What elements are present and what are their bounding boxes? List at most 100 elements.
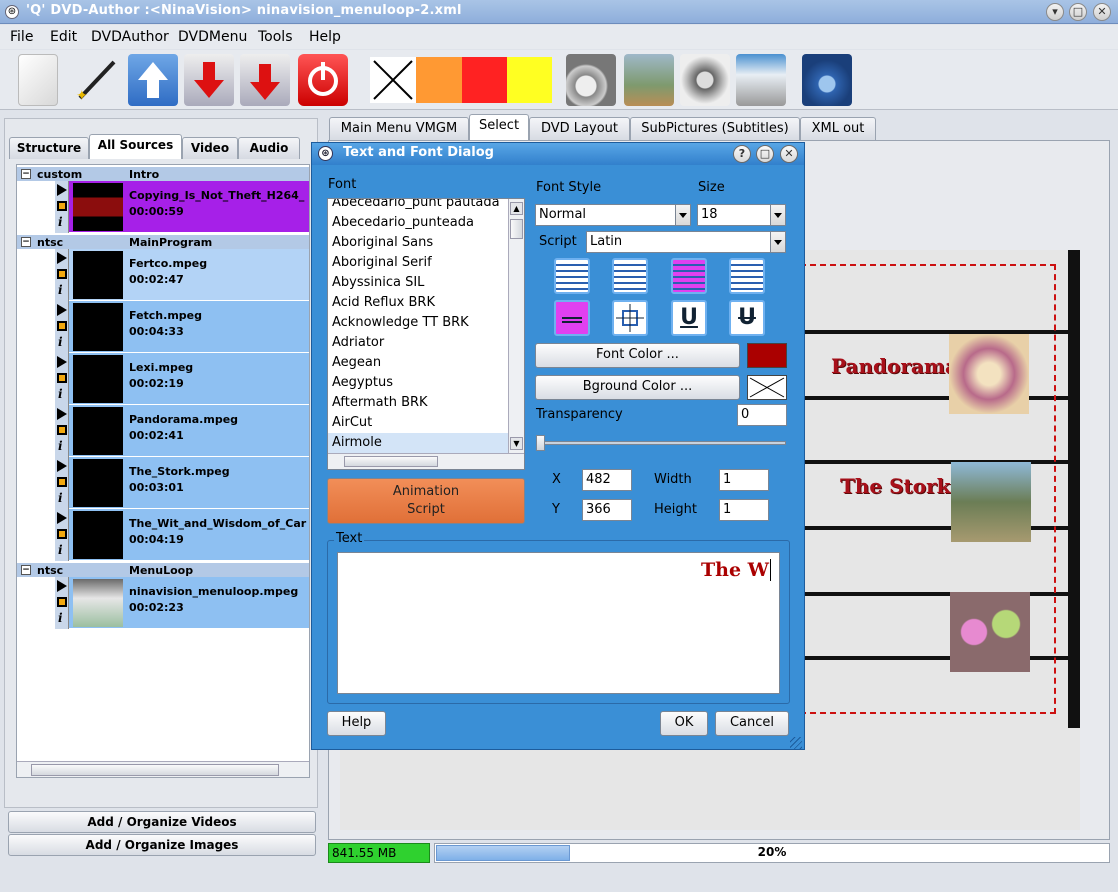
width-input[interactable]: 1 <box>719 469 769 491</box>
list-item[interactable]: i The_Wit_and_Wisdom_of_Car 00:04:19 <box>55 509 309 561</box>
y-input[interactable]: 366 <box>582 499 632 521</box>
tree-group-custom[interactable]: − custom Intro <box>17 167 309 181</box>
stop-icon[interactable] <box>57 201 67 211</box>
play-icon[interactable] <box>57 252 67 264</box>
play-icon[interactable] <box>57 356 67 368</box>
export-all-icon[interactable] <box>240 54 290 106</box>
fit-box-icon[interactable] <box>612 300 648 336</box>
size-select[interactable]: 18 <box>697 204 786 226</box>
font-item[interactable]: Aftermath BRK <box>332 395 428 410</box>
font-item[interactable]: Abecedario_punt pautada <box>332 199 500 210</box>
tree-group-menuloop[interactable]: − ntsc MenuLoop <box>17 563 309 577</box>
minimize-button[interactable]: ▾ <box>1046 3 1064 21</box>
info-icon[interactable]: i <box>58 543 63 557</box>
stop-icon[interactable] <box>57 425 67 435</box>
script-select[interactable]: Latin <box>586 231 786 253</box>
font-item[interactable]: Abyssinica SIL <box>332 275 424 290</box>
font-color-swatch[interactable] <box>747 343 787 368</box>
font-item[interactable]: Acknowledge TT BRK <box>332 315 469 330</box>
font-item[interactable]: Aboriginal Serif <box>332 255 432 270</box>
x-swatch-icon[interactable] <box>370 57 416 103</box>
font-item[interactable]: Aegean <box>332 355 381 370</box>
play-icon[interactable] <box>57 580 67 592</box>
scroll-thumb[interactable] <box>31 764 279 776</box>
stop-icon[interactable] <box>57 321 67 331</box>
tab-subpictures[interactable]: SubPictures (Subtitles) <box>630 117 800 141</box>
font-style-select[interactable]: Normal <box>535 204 691 226</box>
valign-center-icon[interactable] <box>554 300 590 336</box>
list-item[interactable]: i Pandorama.mpeg 00:02:41 <box>55 405 309 457</box>
align-center-icon[interactable] <box>612 258 648 294</box>
menu-help[interactable]: Help <box>309 29 341 45</box>
power-icon[interactable] <box>298 54 348 106</box>
list-item[interactable]: i Lexi.mpeg 00:02:19 <box>55 353 309 405</box>
stop-icon[interactable] <box>57 597 67 607</box>
menu-dvdauthor[interactable]: DVDAuthor <box>91 29 169 45</box>
font-item[interactable]: Aegyptus <box>332 375 393 390</box>
user-icon[interactable] <box>802 54 852 106</box>
orange-swatch[interactable] <box>416 57 462 103</box>
menu-edit[interactable]: Edit <box>50 29 77 45</box>
play-icon[interactable] <box>57 184 67 196</box>
align-left-icon[interactable] <box>554 258 590 294</box>
image-icon[interactable] <box>624 54 674 106</box>
play-icon[interactable] <box>57 304 67 316</box>
close-icon[interactable]: ✕ <box>780 145 798 163</box>
menu-tools[interactable]: Tools <box>258 29 293 45</box>
list-item[interactable]: i The_Stork.mpeg 00:03:01 <box>55 457 309 509</box>
font-item[interactable]: AirCut <box>332 415 372 430</box>
stop-icon[interactable] <box>57 477 67 487</box>
tab-xml-out[interactable]: XML out <box>800 117 876 141</box>
height-input[interactable]: 1 <box>719 499 769 521</box>
chevron-down-icon[interactable] <box>675 205 690 225</box>
red-swatch[interactable] <box>462 57 507 103</box>
font-item[interactable]: Adriator <box>332 335 384 350</box>
scroll-thumb[interactable] <box>510 219 523 239</box>
transparency-slider[interactable] <box>536 441 786 445</box>
info-icon[interactable]: i <box>58 439 63 453</box>
new-file-icon[interactable] <box>18 54 58 106</box>
menu-file[interactable]: File <box>10 29 33 45</box>
yellow-swatch[interactable] <box>507 57 552 103</box>
play-icon[interactable] <box>57 460 67 472</box>
chevron-down-icon[interactable] <box>770 232 785 252</box>
tree-horizontal-scrollbar[interactable] <box>17 761 309 777</box>
font-list-vscrollbar[interactable]: ▲ ▼ <box>508 199 524 453</box>
menu-dvdmenu[interactable]: DVDMenu <box>178 29 247 45</box>
add-organize-videos-button[interactable]: Add / Organize Videos <box>8 811 316 833</box>
tab-video[interactable]: Video <box>182 137 238 159</box>
add-organize-images-button[interactable]: Add / Organize Images <box>8 834 316 856</box>
font-item[interactable]: Acid Reflux BRK <box>332 295 435 310</box>
sound-icon[interactable] <box>680 54 730 106</box>
scroll-down-arrow[interactable]: ▼ <box>510 437 523 450</box>
cancel-button[interactable]: Cancel <box>715 711 789 736</box>
tab-all-sources[interactable]: All Sources <box>89 134 182 159</box>
info-icon[interactable]: i <box>58 491 63 505</box>
x-input[interactable]: 482 <box>582 469 632 491</box>
font-item-selected[interactable]: Airmole <box>332 435 382 450</box>
export-icon[interactable] <box>184 54 234 106</box>
scroll-up-arrow[interactable]: ▲ <box>510 202 523 215</box>
dialog-menu-icon[interactable]: ⊛ <box>318 146 333 161</box>
slider-handle[interactable] <box>536 435 545 451</box>
tab-structure[interactable]: Structure <box>9 137 89 159</box>
transparency-input[interactable]: 0 <box>737 404 787 426</box>
font-list-hscrollbar[interactable] <box>328 453 524 469</box>
animation-script-button[interactable]: Animation Script <box>327 478 525 524</box>
sources-tree[interactable]: − custom Intro i Copying_Is_Not_Theft_H2… <box>16 164 310 778</box>
font-item[interactable]: Aboriginal Sans <box>332 235 433 250</box>
app-menu-icon[interactable]: ⊛ <box>5 5 19 19</box>
maximize-button[interactable]: □ <box>1069 3 1087 21</box>
resize-grip-icon[interactable] <box>790 737 802 749</box>
list-item[interactable]: i ninavision_menuloop.mpeg 00:02:23 <box>55 577 309 629</box>
ok-button[interactable]: OK <box>660 711 708 736</box>
scroll-thumb[interactable] <box>344 456 438 467</box>
strikeout-icon[interactable]: U <box>729 300 765 336</box>
maximize-icon[interactable]: □ <box>756 145 774 163</box>
info-icon[interactable]: i <box>58 335 63 349</box>
collapse-toggle[interactable]: − <box>21 237 31 247</box>
underline-icon[interactable]: U <box>671 300 707 336</box>
bground-color-swatch[interactable] <box>747 375 787 400</box>
help-button[interactable]: Help <box>327 711 386 736</box>
font-item[interactable]: Abecedario_punteada <box>332 215 474 230</box>
